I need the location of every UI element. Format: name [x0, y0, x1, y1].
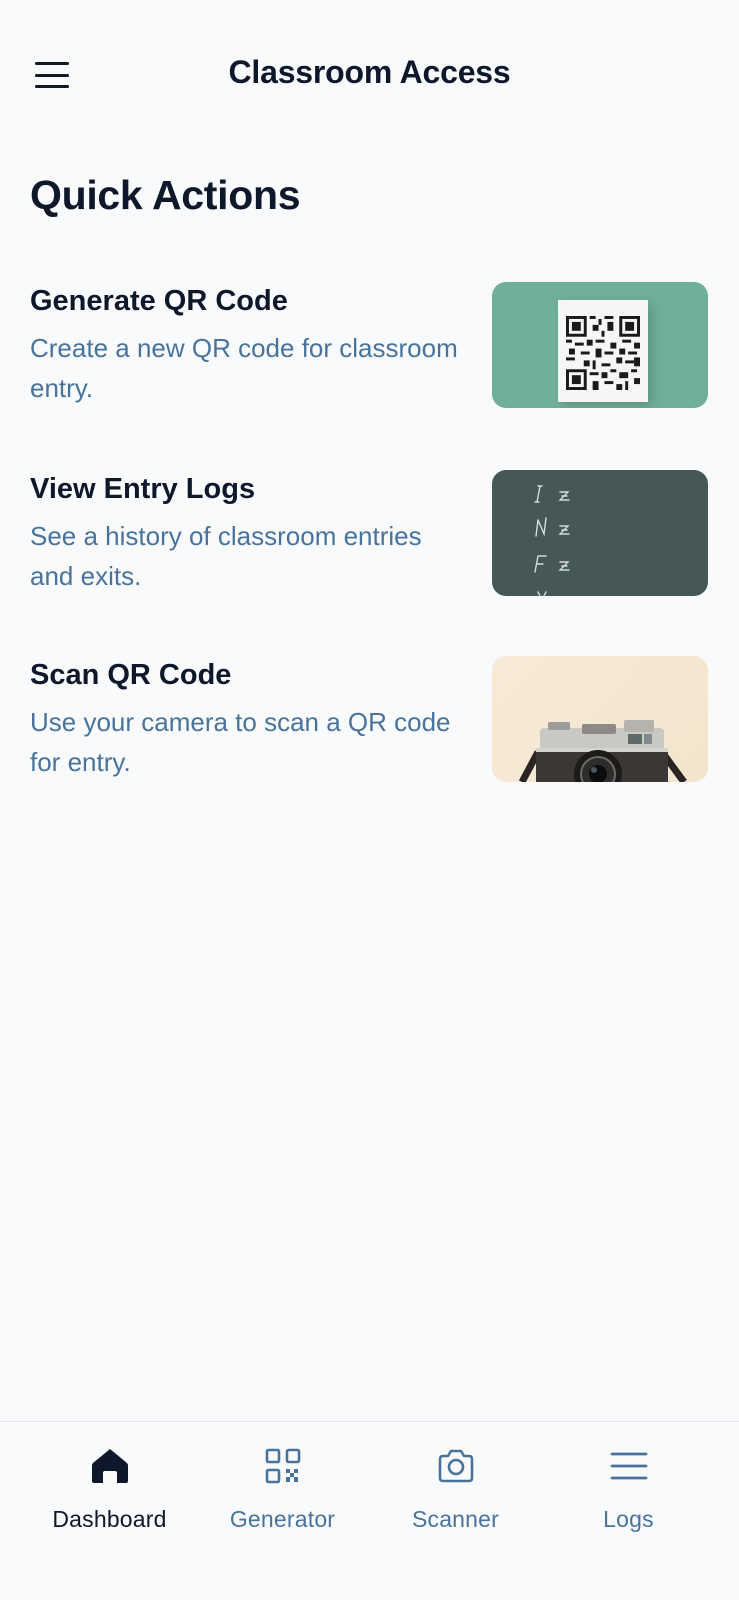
- vintage-camera-image: [492, 656, 708, 782]
- chalkboard-logs-image: [492, 470, 708, 596]
- nav-label: Dashboard: [52, 1506, 167, 1532]
- action-generate-qr-code[interactable]: Generate QR Code Create a new QR code fo…: [0, 282, 739, 408]
- action-description: See a history of classroom entries and e…: [30, 521, 422, 591]
- bottom-navigation-bar: Dashboard Generator Scanner Logs: [0, 1421, 739, 1600]
- nav-tab-scanner[interactable]: Scanner: [369, 1422, 542, 1572]
- action-description: Create a new QR code for classroom entry…: [30, 333, 458, 403]
- nav-label: Logs: [603, 1506, 654, 1532]
- nav-tab-logs[interactable]: Logs: [542, 1422, 715, 1572]
- home-icon: [91, 1449, 128, 1483]
- page-title: Classroom Access: [228, 54, 511, 90]
- nav-tab-generator[interactable]: Generator: [196, 1422, 369, 1572]
- list-icon: [610, 1452, 647, 1480]
- app-screen: Classroom Access Quick Actions Generate …: [0, 0, 739, 1600]
- action-description: Use your camera to scan a QR code for en…: [30, 707, 451, 777]
- nav-label: Generator: [229, 1506, 336, 1532]
- action-title: Scan QR Code: [30, 659, 232, 691]
- section-title: Quick Actions: [30, 172, 301, 218]
- action-title: Generate QR Code: [30, 285, 288, 317]
- action-scan-qr-code[interactable]: Scan QR Code Use your camera to scan a Q…: [0, 656, 739, 782]
- qr-code-icon: [265, 1448, 300, 1484]
- nav-label: Scanner: [411, 1506, 500, 1532]
- top-app-bar: Classroom Access: [0, 0, 739, 150]
- camera-icon: [438, 1449, 473, 1483]
- action-title: View Entry Logs: [30, 473, 256, 505]
- nav-tab-dashboard[interactable]: Dashboard: [23, 1422, 196, 1572]
- qr-code-paper-image: [492, 282, 708, 408]
- action-view-entry-logs[interactable]: View Entry Logs See a history of classro…: [0, 470, 739, 596]
